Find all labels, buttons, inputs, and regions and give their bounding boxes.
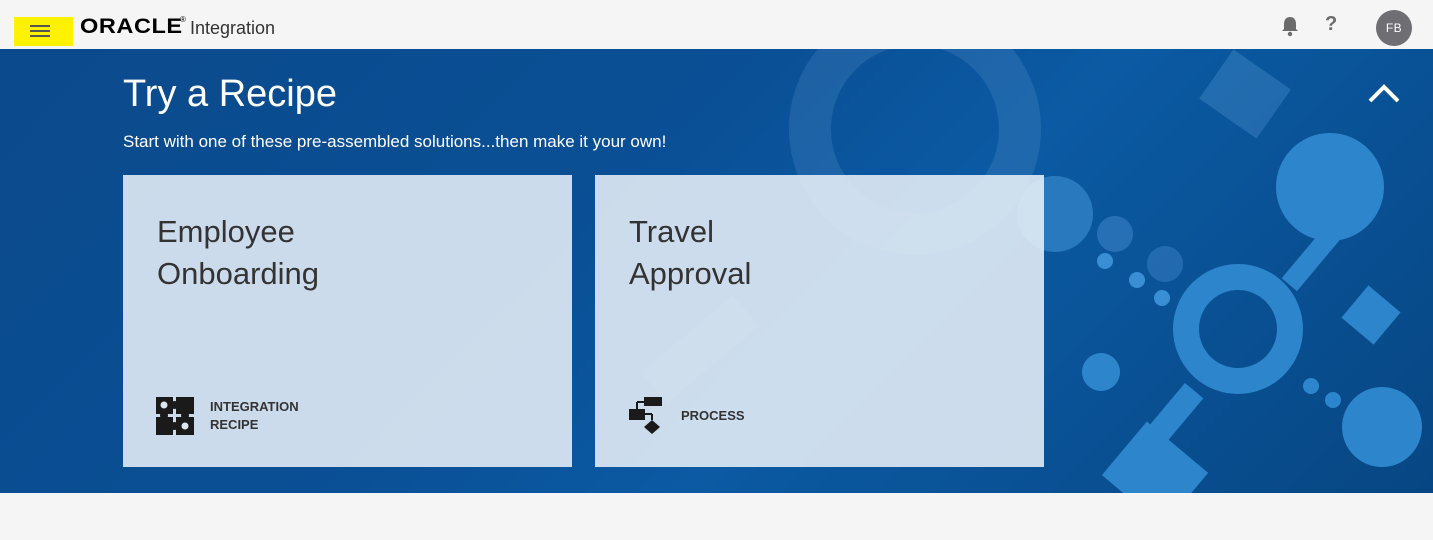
recipe-card-travel-approval[interactable]: Travel Approval PROCESS	[595, 175, 1044, 467]
card-title: Employee Onboarding	[157, 211, 537, 295]
help-icon[interactable]: ?	[1325, 13, 1337, 36]
card-type-line: RECIPE	[210, 417, 259, 432]
card-title-line: Onboarding	[157, 256, 320, 291]
card-title-line: Approval	[629, 256, 752, 291]
product-name: Integration	[190, 18, 276, 38]
recipe-card-employee-onboarding[interactable]: Employee Onboarding INTEGRATION RECIPE	[123, 175, 572, 467]
hamburger-menu-icon[interactable]	[14, 17, 73, 46]
user-avatar[interactable]: FB	[1376, 10, 1412, 46]
card-title-line: Travel	[629, 214, 714, 249]
card-type-label: PROCESS	[681, 407, 801, 425]
card-type-line: INTEGRATION	[210, 399, 299, 414]
content-area	[0, 493, 1433, 540]
hero-title: Try a Recipe	[123, 73, 337, 115]
logo-registered-mark: ®	[180, 15, 186, 24]
chevron-up-icon[interactable]	[1366, 81, 1402, 105]
top-bar: ORACLE ® Integration ? FB	[0, 0, 1433, 49]
puzzle-icon	[156, 397, 194, 435]
card-type-line: PROCESS	[681, 408, 745, 423]
card-type-label: INTEGRATION RECIPE	[210, 398, 330, 434]
oracle-logo: ORACLE ® Integration	[80, 15, 275, 38]
process-flow-icon	[628, 396, 666, 434]
bell-icon[interactable]	[1280, 15, 1300, 37]
recipe-banner: Try a Recipe Start with one of these pre…	[0, 49, 1433, 493]
hero-subtitle: Start with one of these pre-assembled so…	[123, 132, 667, 151]
card-title: Travel Approval	[629, 211, 1009, 295]
logo-text: ORACLE	[80, 15, 183, 38]
card-title-line: Employee	[157, 214, 295, 249]
